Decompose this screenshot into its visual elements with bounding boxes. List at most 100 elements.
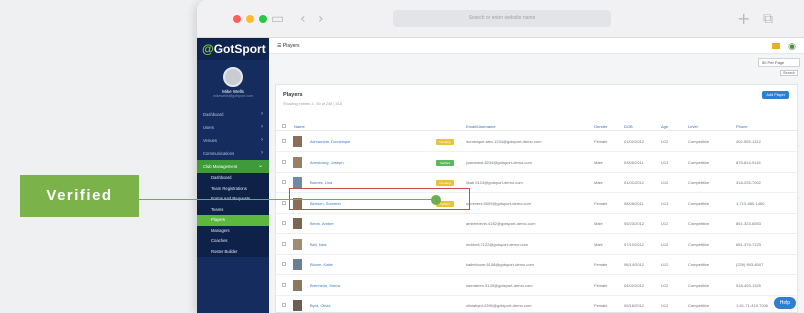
- sidebar-subitem-coaches[interactable]: Coaches: [197, 236, 269, 247]
- globe-icon[interactable]: ◉: [788, 41, 796, 51]
- player-name-link[interactable]: Bell, Nick: [310, 242, 327, 247]
- table-row[interactable]: Alexandria, Dominique Pending dominique.al…: [276, 132, 799, 152]
- email-cell[interactable]: oliviabyrd.4390@gotsport-demo.com: [466, 303, 531, 308]
- row-checkbox[interactable]: [282, 241, 286, 246]
- flag-icon[interactable]: [772, 43, 780, 49]
- sidebar-subitem-managers[interactable]: Managers: [197, 225, 269, 236]
- player-name-link[interactable]: Byrd, Olivia: [310, 303, 330, 308]
- sidebar-item-label: Club Management: [203, 164, 238, 169]
- logo[interactable]: @GotSport: [197, 38, 269, 60]
- email-cell[interactable]: summers.5009@gotsport-demo.com: [466, 201, 531, 206]
- forward-icon[interactable]: ›: [318, 11, 324, 27]
- row-checkbox[interactable]: [282, 180, 286, 184]
- level-cell: Competitive: [688, 262, 710, 267]
- row-checkbox[interactable]: [282, 139, 286, 143]
- email-cell[interactable]: dominique.alex.1234@gotsport-demo.com: [466, 139, 541, 144]
- level-cell: Competitive: [688, 180, 710, 185]
- search-button[interactable]: Search: [779, 70, 798, 76]
- column-header-level[interactable]: Level: [688, 124, 698, 129]
- sidebar-subitem-players[interactable]: Players: [197, 215, 269, 226]
- column-header-email[interactable]: Email/Username: [466, 124, 496, 129]
- tabs-overview-icon[interactable]: ⧉: [763, 11, 773, 27]
- age-cell: U12: [661, 282, 669, 288]
- sidebar-nav: Dashboard › Users › Venues › Communications › Cl…: [197, 108, 269, 173]
- player-name-link[interactable]: Alexandria, Dominique: [310, 139, 350, 144]
- add-player-button[interactable]: Add Player: [762, 91, 789, 99]
- status-badge: Pending: [436, 139, 454, 145]
- sidebar-subitem-team-registrations[interactable]: Team Registrations: [197, 183, 269, 194]
- back-icon[interactable]: ‹: [300, 11, 306, 27]
- page-title: Players: [282, 43, 300, 49]
- row-checkbox[interactable]: [282, 282, 286, 287]
- chevron-right-icon: ›: [261, 111, 263, 117]
- callout-connector-line: [139, 199, 435, 200]
- email-cell[interactable]: amberbevin.4182@gotsport-demo.com: [466, 221, 535, 226]
- player-photo: [293, 300, 302, 311]
- sidebar-item-label: Users: [203, 125, 214, 130]
- card-subtitle: Showing entries 1 - 50 of 248 | 318: [283, 102, 342, 106]
- row-checkbox[interactable]: [282, 200, 286, 205]
- level-cell: Competitive: [688, 303, 710, 308]
- gender-cell: Male: [594, 241, 603, 247]
- status-badge: Verified: [436, 159, 454, 166]
- sidebar-item-users[interactable]: Users ›: [197, 121, 269, 134]
- table-row[interactable]: Armstrong, Joseph Verified josearmst.8234@…: [276, 153, 799, 173]
- gender-cell: Female: [594, 303, 608, 308]
- sidebar-subitem-teams[interactable]: Teams: [197, 204, 269, 215]
- age-cell: U12: [661, 139, 669, 144]
- table-row[interactable]: Brenheim, Sierra sierrabren.5133@gotsport…: [276, 276, 799, 296]
- table-row[interactable]: Bloom, Katie katiebloom.6108@gotsport-dem…: [276, 255, 799, 275]
- table-row[interactable]: Byrd, Olivia oliviabyrd.4390@gotsport-dem…: [276, 296, 799, 313]
- sidebar-toggle-icon[interactable]: ▭: [271, 11, 284, 27]
- dob-cell: 07/10/2012: [624, 241, 645, 247]
- player-name-link[interactable]: Brenheim, Sierra: [310, 283, 340, 288]
- phone-cell: 878-814-9118: [736, 159, 761, 165]
- sidebar-item-communications[interactable]: Communications ›: [197, 147, 269, 160]
- column-header-name[interactable]: Name: [294, 124, 305, 129]
- player-photo: [293, 259, 302, 270]
- column-header-dob[interactable]: DOB: [624, 124, 633, 129]
- player-photo: [293, 136, 302, 147]
- player-name-link[interactable]: Bevin, Amber: [310, 221, 334, 226]
- sidebar-item-club-management[interactable]: Club Management ⌄: [197, 160, 269, 173]
- url-bar[interactable]: Search or enter website name: [393, 10, 611, 27]
- sidebar-subitem-roster-builder[interactable]: Roster Builder: [197, 246, 269, 257]
- email-cell[interactable]: sierrabren.5133@gotsport-demo.com: [466, 283, 533, 288]
- sidebar-item-label: Dashboard: [203, 112, 224, 117]
- sidebar-subnav: DashboardTeam RegistrationsForms And Req…: [197, 173, 269, 257]
- column-header-gender[interactable]: Gender: [594, 124, 607, 129]
- player-name-link[interactable]: Armstrong, Joseph: [310, 160, 344, 165]
- close-window-button[interactable]: [233, 15, 241, 23]
- email-cell[interactable]: josearmst.8234@gotsport-demo.com: [466, 160, 532, 165]
- per-page-select[interactable]: 50 Per Page: [758, 58, 800, 67]
- row-checkbox[interactable]: [282, 221, 286, 225]
- email-cell[interactable]: katiebloom.6108@gotsport-demo.com: [466, 262, 534, 267]
- avatar[interactable]: [223, 67, 243, 87]
- table-row[interactable]: Bevin, Amber amberbevin.4182@gotsport-dem…: [276, 214, 799, 234]
- sidebar-subitem-dashboard[interactable]: Dashboard: [197, 173, 269, 184]
- age-cell: U13: [661, 159, 669, 165]
- row-checkbox[interactable]: [282, 303, 286, 307]
- zoom-window-button[interactable]: [259, 15, 267, 23]
- row-checkbox[interactable]: [282, 262, 286, 266]
- select-all-checkbox[interactable]: [282, 124, 286, 128]
- email-cell[interactable]: lisab.5124@gotsport-demo.com: [466, 180, 523, 185]
- chevron-right-icon: ›: [261, 137, 263, 143]
- age-cell: U13: [661, 200, 669, 206]
- email-cell[interactable]: nickbell.7122@gotsport-demo.com: [466, 242, 528, 247]
- row-checkbox[interactable]: [282, 159, 286, 164]
- player-name-link[interactable]: Barnes, Lisa: [310, 180, 332, 185]
- gender-cell: Male: [594, 221, 603, 226]
- verified-callout-label: Verified: [20, 175, 139, 217]
- sidebar-item-dashboard[interactable]: Dashboard ›: [197, 108, 269, 121]
- card-title: Players: [283, 92, 303, 98]
- player-photo: [293, 238, 302, 250]
- minimize-window-button[interactable]: [246, 15, 254, 23]
- new-tab-icon[interactable]: +: [737, 9, 750, 28]
- table-row[interactable]: Bell, Nick nickbell.7122@gotsport-demo.co…: [276, 235, 799, 255]
- help-button[interactable]: Help: [773, 297, 796, 309]
- column-header-age[interactable]: Age: [661, 124, 668, 129]
- player-name-link[interactable]: Bloom, Katie: [310, 262, 333, 267]
- column-header-phone[interactable]: Phone: [736, 124, 748, 129]
- sidebar-item-venues[interactable]: Venues ›: [197, 134, 269, 147]
